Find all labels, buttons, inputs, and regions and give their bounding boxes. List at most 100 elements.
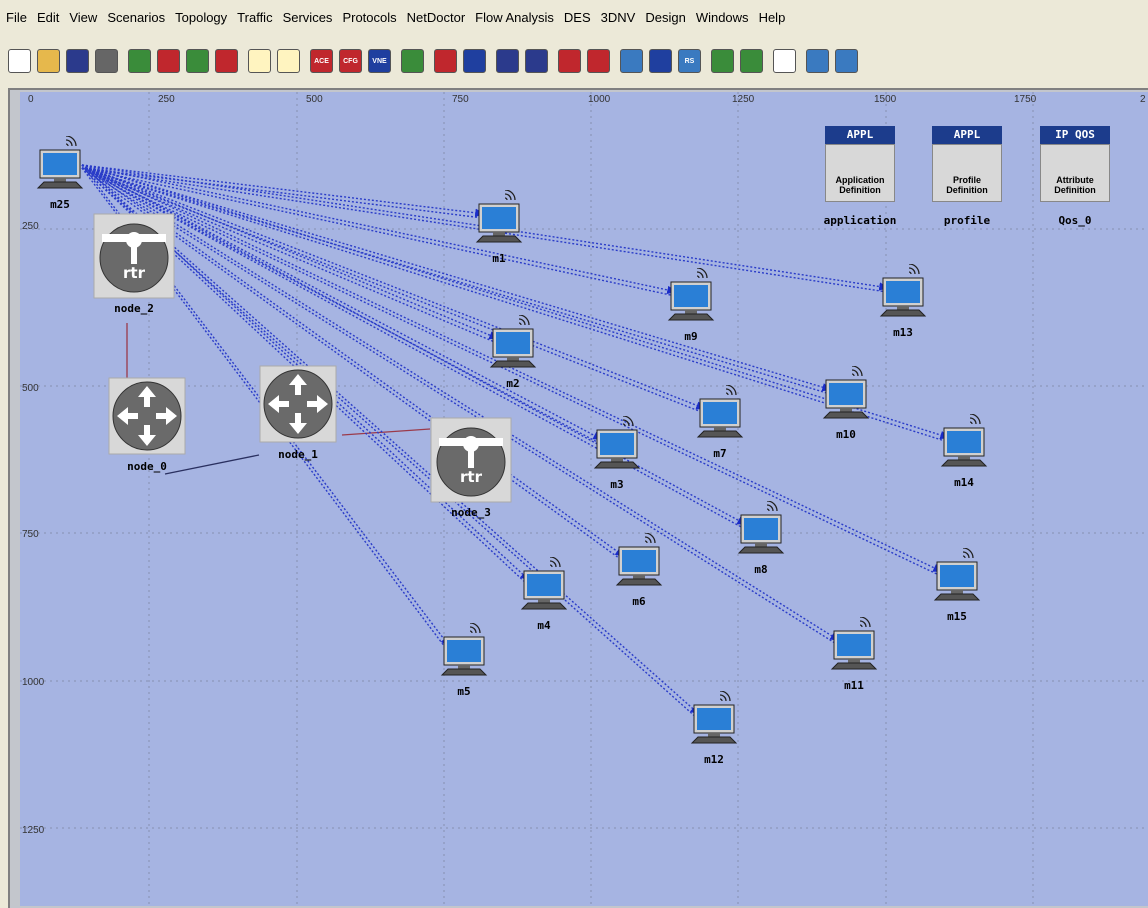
- workstation-m7[interactable]: [692, 384, 748, 445]
- print-button[interactable]: [95, 49, 118, 73]
- chart-button[interactable]: [711, 49, 734, 73]
- zoom-in-button[interactable]: [248, 49, 271, 73]
- config-object-profile[interactable]: APPL Profile Definition: [932, 126, 1002, 204]
- mesh-button[interactable]: [496, 49, 519, 73]
- node-label: node_3: [451, 506, 491, 519]
- workstation-m10[interactable]: [818, 365, 874, 426]
- config-header: APPL: [932, 126, 1002, 144]
- config-line2: Definition: [946, 185, 988, 195]
- menu-item-flow-analysis[interactable]: Flow Analysis: [470, 10, 559, 25]
- node-label: m11: [844, 679, 864, 692]
- wireless-workstation-icon: [667, 267, 715, 321]
- menu-item-3dnv[interactable]: 3DNV: [596, 10, 641, 25]
- workstation-m4[interactable]: [516, 556, 572, 617]
- menu-item-services[interactable]: Services: [278, 10, 338, 25]
- node-label: m14: [954, 476, 974, 489]
- view-results-button[interactable]: [463, 49, 486, 73]
- config-body: Attribute Definition: [1040, 144, 1110, 202]
- new-button[interactable]: [8, 49, 31, 73]
- rs-button[interactable]: RS: [678, 49, 701, 73]
- node-label: m10: [836, 428, 856, 441]
- topology-button[interactable]: [587, 49, 610, 73]
- cfg-button[interactable]: CFG: [339, 49, 362, 73]
- router-icon: [259, 365, 337, 443]
- topology-canvas[interactable]: 0 250 500 750 1000 1250 1500 1750 2 250 500 750 1000…: [20, 92, 1148, 906]
- node-label: m15: [947, 610, 967, 623]
- ruler-x-label: 750: [452, 94, 469, 105]
- server-node_2[interactable]: rtr: [92, 212, 176, 305]
- workstation-m14[interactable]: [936, 413, 992, 474]
- wireless-workstation-icon: [440, 622, 488, 676]
- network-button[interactable]: [620, 49, 643, 73]
- svg-text:rtr: rtr: [460, 468, 483, 486]
- workstation-m25[interactable]: [32, 135, 88, 196]
- router-icon: [108, 377, 186, 455]
- save-button[interactable]: [66, 49, 89, 73]
- menu-item-protocols[interactable]: Protocols: [337, 10, 401, 25]
- vne-button[interactable]: VNE: [368, 49, 391, 73]
- mesh-alt-button[interactable]: [525, 49, 548, 73]
- configure-sim-button[interactable]: [434, 49, 457, 73]
- recover-node-button[interactable]: [186, 49, 209, 73]
- ace-button[interactable]: ACE: [310, 49, 333, 73]
- menu-item-file[interactable]: File: [0, 10, 32, 25]
- wireless-workstation-icon: [489, 314, 537, 368]
- node-label: m13: [893, 326, 913, 339]
- menu-item-help[interactable]: Help: [754, 10, 791, 25]
- workstation-m8[interactable]: [733, 500, 789, 561]
- ipv6-button[interactable]: [806, 49, 829, 73]
- config-object-qos_0[interactable]: IP QOS Attribute Definition: [1040, 126, 1110, 204]
- workstation-m9[interactable]: [663, 267, 719, 328]
- open-button[interactable]: [37, 49, 60, 73]
- workstation-m6[interactable]: [611, 532, 667, 593]
- menu-item-des[interactable]: DES: [559, 10, 596, 25]
- flow-button[interactable]: [649, 49, 672, 73]
- menu-item-view[interactable]: View: [64, 10, 102, 25]
- zoom-out-button[interactable]: [277, 49, 300, 73]
- workstation-m15[interactable]: [929, 547, 985, 608]
- node-label: m25: [50, 198, 70, 211]
- fail-node-button[interactable]: [157, 49, 180, 73]
- menu-item-scenarios[interactable]: Scenarios: [102, 10, 170, 25]
- workstation-m5[interactable]: [436, 622, 492, 683]
- workstation-m12[interactable]: [686, 690, 742, 751]
- ruler-y-label: 1250: [22, 825, 45, 836]
- location-button[interactable]: [215, 49, 238, 73]
- menu-item-design[interactable]: Design: [640, 10, 690, 25]
- report-button[interactable]: [740, 49, 763, 73]
- workstation-m13[interactable]: [875, 263, 931, 324]
- workstation-m1[interactable]: [471, 189, 527, 250]
- wireless-workstation-icon: [690, 690, 738, 744]
- menu-item-edit[interactable]: Edit: [32, 10, 64, 25]
- wireless-workstation-icon: [822, 365, 870, 419]
- workstation-m2[interactable]: [485, 314, 541, 375]
- traffic-flow-m10[interactable]: [81, 164, 833, 392]
- traffic-flow-m8-return[interactable]: [81, 167, 746, 530]
- router-node_1[interactable]: [258, 364, 338, 449]
- ruler-x-label: 500: [306, 94, 323, 105]
- object-palette-button[interactable]: [128, 49, 151, 73]
- config-header: IP QOS: [1040, 126, 1110, 144]
- workstation-m3[interactable]: [589, 415, 645, 476]
- wand-button[interactable]: [558, 49, 581, 73]
- link-node1-node3[interactable]: [341, 428, 431, 436]
- menu-item-netdoctor[interactable]: NetDoctor: [402, 10, 471, 25]
- router-node_0[interactable]: [107, 376, 187, 461]
- menu-item-topology[interactable]: Topology: [170, 10, 232, 25]
- config-object-application[interactable]: APPL Application Definition: [825, 126, 895, 204]
- menu-item-traffic[interactable]: Traffic: [232, 10, 277, 25]
- traffic-light-button[interactable]: [401, 49, 424, 73]
- ruler-x-label: 1750: [1014, 94, 1037, 105]
- config-line2: Definition: [839, 185, 881, 195]
- ace-icon: ACE: [314, 57, 329, 65]
- node-label: m1: [492, 252, 506, 265]
- config-body: Application Definition: [825, 144, 895, 202]
- workstation-m11[interactable]: [826, 616, 882, 677]
- node-label: application: [823, 214, 897, 227]
- menu-item-windows[interactable]: Windows: [691, 10, 754, 25]
- ipv6-alt-button[interactable]: [835, 49, 858, 73]
- server-node_3[interactable]: rtr: [429, 416, 513, 509]
- node-label: m2: [506, 377, 520, 390]
- info-button[interactable]: [773, 49, 796, 73]
- node-label: m7: [713, 447, 727, 460]
